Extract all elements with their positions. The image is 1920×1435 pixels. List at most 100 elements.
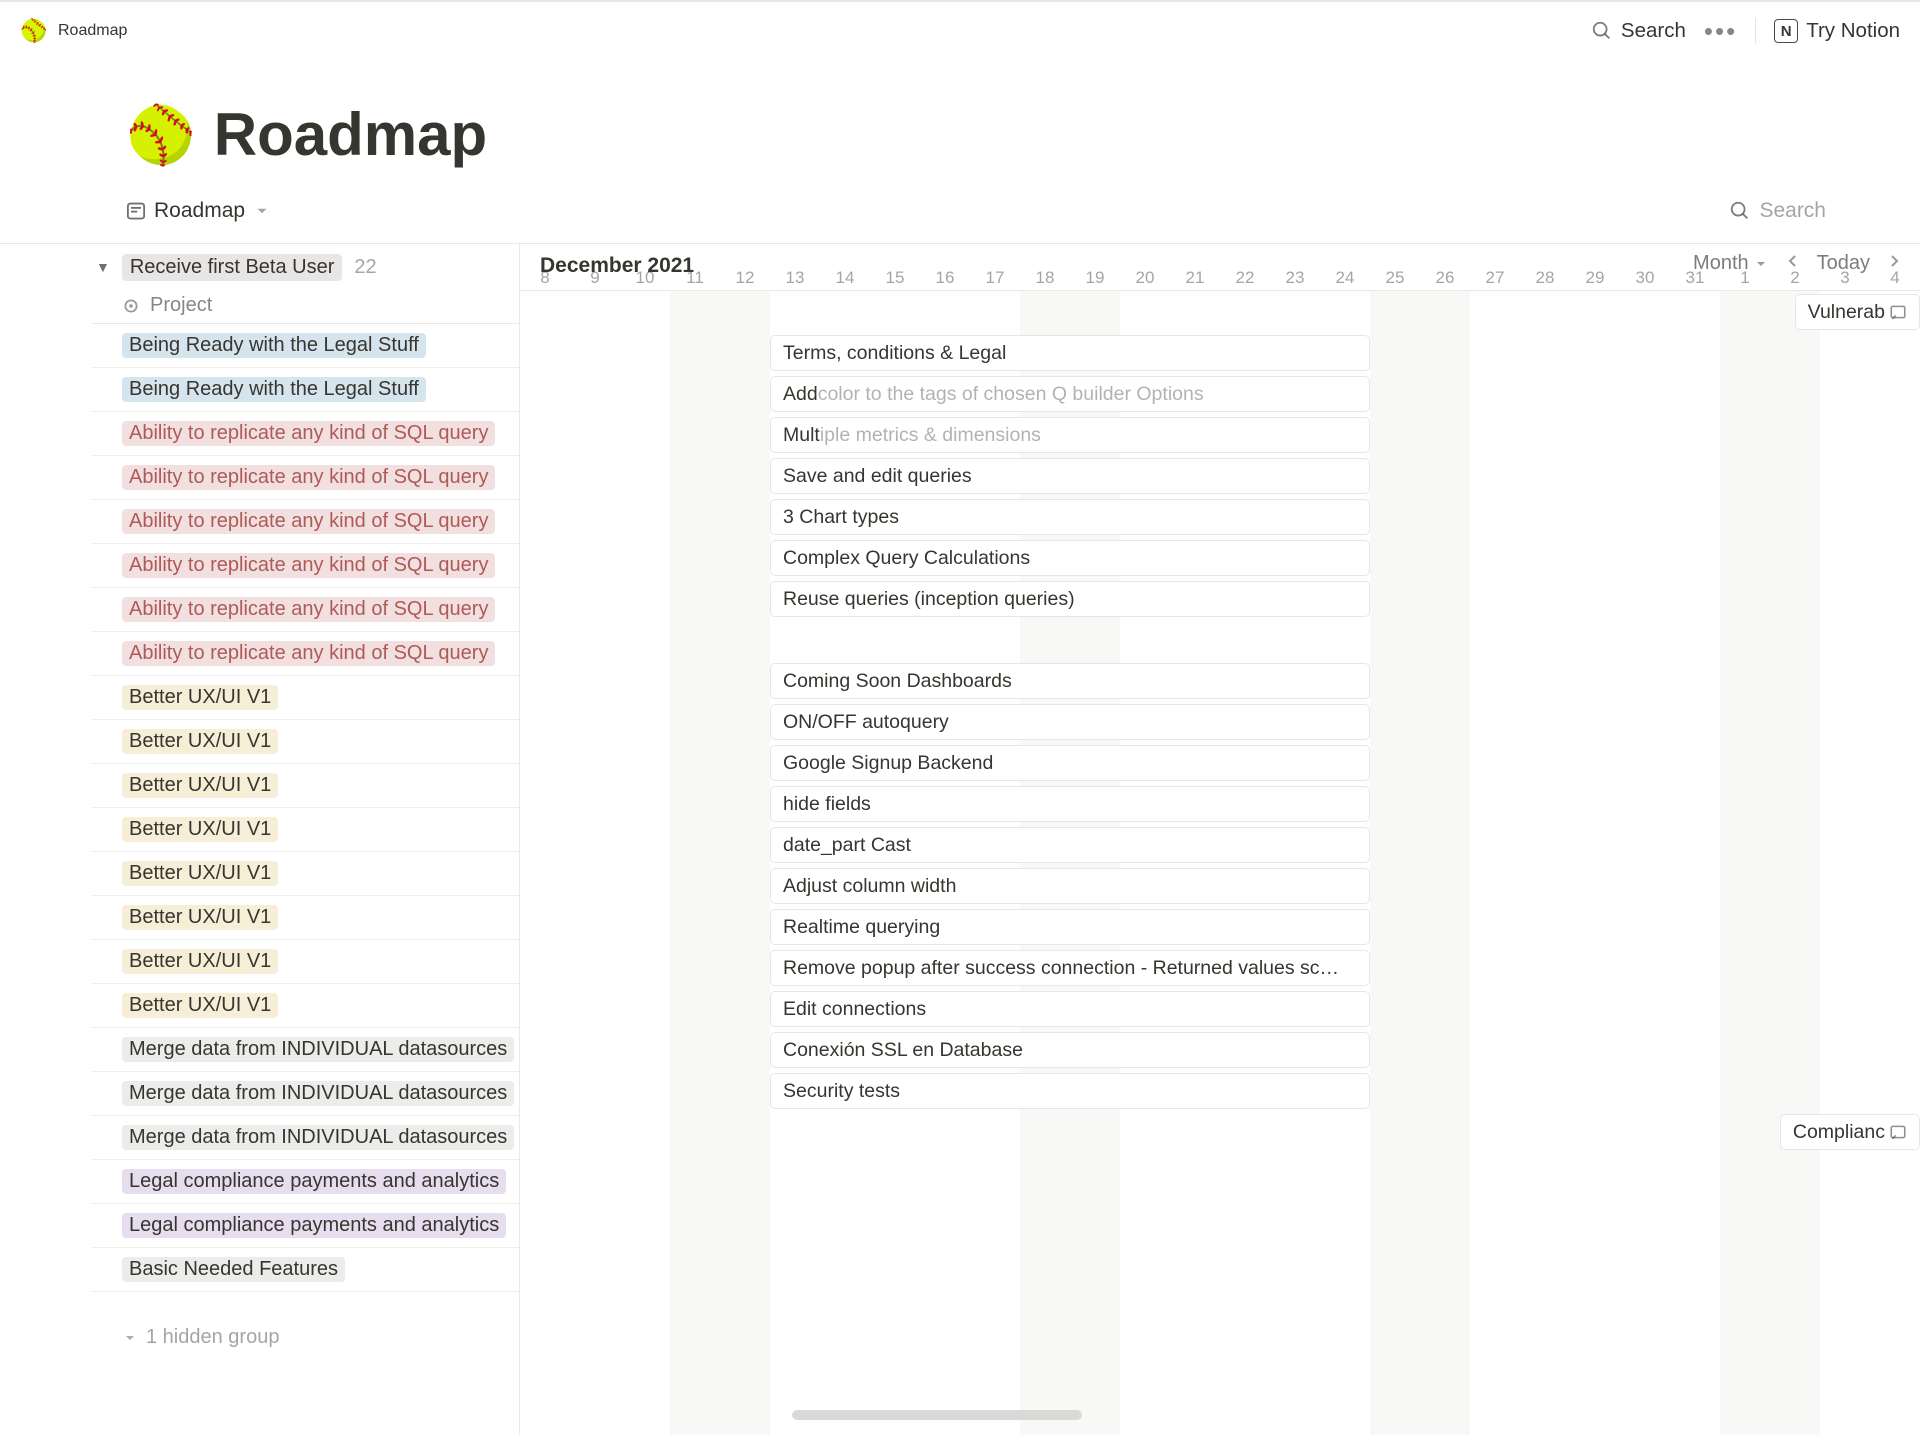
task-title: ON/OFF autoquery <box>783 711 949 734</box>
project-property-label: Project <box>150 294 212 317</box>
project-tag-label: Merge data from INDIVIDUAL datasources <box>129 1126 507 1148</box>
open-page-icon <box>1889 1123 1907 1141</box>
timeline-task-bar[interactable]: Edit connections <box>770 991 1370 1027</box>
try-notion-button[interactable]: N Try Notion <box>1774 19 1900 43</box>
project-tag-label: Basic Needed Features <box>129 1258 338 1280</box>
sidebar-row[interactable]: Basic Needed Features <box>92 1248 519 1292</box>
project-tag: Better UX/UI V1 <box>122 729 278 754</box>
sidebar-row[interactable]: Merge data from INDIVIDUAL datasources <box>92 1116 519 1160</box>
project-tag: Better UX/UI V1 <box>122 773 278 798</box>
sidebar-row[interactable]: Ability to replicate any kind of SQL que… <box>92 544 519 588</box>
database-search[interactable]: Search <box>1729 199 1826 223</box>
timeline-task-bar[interactable]: Multiple metrics & dimensions <box>770 417 1370 453</box>
horizontal-scrollbar[interactable] <box>0 1410 1906 1420</box>
timeline-task-bar[interactable]: Adjust column width <box>770 868 1370 904</box>
timeline-task-bar[interactable]: Coming Soon Dashboards <box>770 663 1370 699</box>
timeline-day-label: 25 <box>1370 268 1420 288</box>
sidebar-row[interactable]: Ability to replicate any kind of SQL que… <box>92 500 519 544</box>
timeline-day-label: 31 <box>1670 268 1720 288</box>
timeline-task-bar[interactable]: Complex Query Calculations <box>770 540 1370 576</box>
task-title: Mult <box>783 424 820 447</box>
timeline-day-label: 29 <box>1570 268 1620 288</box>
sidebar-row[interactable]: Being Ready with the Legal Stuff <box>92 324 519 368</box>
sidebar-row[interactable]: Better UX/UI V1 <box>92 676 519 720</box>
sidebar-row[interactable]: Merge data from INDIVIDUAL datasources <box>92 1028 519 1072</box>
sidebar-row[interactable]: Ability to replicate any kind of SQL que… <box>92 632 519 676</box>
hidden-groups-toggle[interactable]: 1 hidden group <box>92 1306 519 1349</box>
timeline-day-label: 12 <box>720 268 770 288</box>
sidebar-row[interactable]: Better UX/UI V1 <box>92 896 519 940</box>
divider <box>1755 18 1756 44</box>
timeline-day-label: 3 <box>1820 268 1870 288</box>
timeline-task-bar[interactable]: Save and edit queries <box>770 458 1370 494</box>
more-menu-button[interactable]: ••• <box>1704 18 1737 44</box>
hidden-groups-label: 1 hidden group <box>146 1326 279 1349</box>
timeline-task-bar[interactable]: Remove popup after success connection - … <box>770 950 1370 986</box>
timeline-task-bar[interactable]: ON/OFF autoquery <box>770 704 1370 740</box>
project-tag: Better UX/UI V1 <box>122 861 278 886</box>
global-search-button[interactable]: Search <box>1591 19 1686 43</box>
weekend-shade <box>670 291 770 1435</box>
timeline-task-bar[interactable]: Google Signup Backend <box>770 745 1370 781</box>
project-tag: Better UX/UI V1 <box>122 949 278 974</box>
timeline-task-bar <box>770 622 1370 658</box>
weekend-shade <box>1720 291 1820 1435</box>
timeline-day-label: 28 <box>1520 268 1570 288</box>
project-tag: Being Ready with the Legal Stuff <box>122 333 426 358</box>
sidebar-row[interactable]: Ability to replicate any kind of SQL que… <box>92 588 519 632</box>
timeline-task-bar[interactable]: Realtime querying <box>770 909 1370 945</box>
task-title: Complex Query Calculations <box>783 547 1030 570</box>
timeline-task-bar[interactable]: Reuse queries (inception queries) <box>770 581 1370 617</box>
timeline-task-bar[interactable]: hide fields <box>770 786 1370 822</box>
timeline-day-label: 4 <box>1870 268 1920 288</box>
project-tag: Better UX/UI V1 <box>122 685 278 710</box>
timeline-task-bar[interactable]: date_part Cast <box>770 827 1370 863</box>
task-title: Add <box>783 383 818 406</box>
timeline-day-label: 17 <box>970 268 1020 288</box>
timeline-task-bar-offscreen[interactable]: Complianc <box>1780 1114 1920 1150</box>
timeline-day-label: 23 <box>1270 268 1320 288</box>
sidebar-row[interactable]: Better UX/UI V1 <box>92 764 519 808</box>
sidebar-row[interactable]: Ability to replicate any kind of SQL que… <box>92 412 519 456</box>
project-tag-label: Better UX/UI V1 <box>129 686 271 708</box>
timeline-task-bar[interactable]: Security tests <box>770 1073 1370 1109</box>
project-tag-label: Ability to replicate any kind of SQL que… <box>129 466 488 488</box>
scroll-thumb[interactable] <box>792 1410 1082 1420</box>
timeline-task-bar[interactable]: 3 Chart types <box>770 499 1370 535</box>
sidebar-row[interactable]: Being Ready with the Legal Stuff <box>92 368 519 412</box>
project-tag: Ability to replicate any kind of SQL que… <box>122 509 495 534</box>
notion-logo-icon: N <box>1774 19 1798 43</box>
project-tag-label: Better UX/UI V1 <box>129 950 271 972</box>
timeline-task-bar[interactable]: Conexión SSL en Database <box>770 1032 1370 1068</box>
sidebar-row[interactable]: Better UX/UI V1 <box>92 940 519 984</box>
project-tag: Ability to replicate any kind of SQL que… <box>122 553 495 578</box>
page-emoji[interactable]: 🥎 <box>126 107 196 163</box>
sidebar-row[interactable]: Better UX/UI V1 <box>92 852 519 896</box>
project-tag: Better UX/UI V1 <box>122 905 278 930</box>
sidebar-row[interactable]: Ability to replicate any kind of SQL que… <box>92 456 519 500</box>
sidebar-row[interactable]: Legal compliance payments and analytics <box>92 1204 519 1248</box>
group-name-tag[interactable]: Receive first Beta User <box>122 254 343 281</box>
project-tag: Ability to replicate any kind of SQL que… <box>122 597 495 622</box>
timeline-task-bar-offscreen[interactable]: Vulnerab <box>1795 294 1920 330</box>
page-title[interactable]: Roadmap <box>214 100 487 169</box>
sidebar-row[interactable]: Merge data from INDIVIDUAL datasources <box>92 1072 519 1116</box>
task-title: Terms, conditions & Legal <box>783 342 1006 365</box>
sidebar-row[interactable]: Legal compliance payments and analytics <box>92 1160 519 1204</box>
timeline-task-bar[interactable]: Terms, conditions & Legal <box>770 335 1370 371</box>
breadcrumb[interactable]: Roadmap <box>58 22 127 40</box>
task-title: Conexión SSL en Database <box>783 1039 1023 1062</box>
view-picker[interactable]: Roadmap <box>126 199 271 223</box>
timeline-view-icon <box>126 201 146 221</box>
project-tag: Legal compliance payments and analytics <box>122 1213 506 1238</box>
project-tag: Ability to replicate any kind of SQL que… <box>122 641 495 666</box>
task-title: Security tests <box>783 1080 900 1103</box>
sidebar-row[interactable]: Better UX/UI V1 <box>92 984 519 1028</box>
task-title: Vulnerab <box>1808 301 1885 324</box>
sidebar-row[interactable]: Better UX/UI V1 <box>92 808 519 852</box>
timeline-task-bar[interactable]: Add color to the tags of chosen Q builde… <box>770 376 1370 412</box>
page-emoji-icon: 🥎 <box>20 17 48 45</box>
sidebar-row[interactable]: Better UX/UI V1 <box>92 720 519 764</box>
group-count: 22 <box>354 256 376 279</box>
group-collapse-toggle[interactable]: ▼ <box>96 259 110 275</box>
